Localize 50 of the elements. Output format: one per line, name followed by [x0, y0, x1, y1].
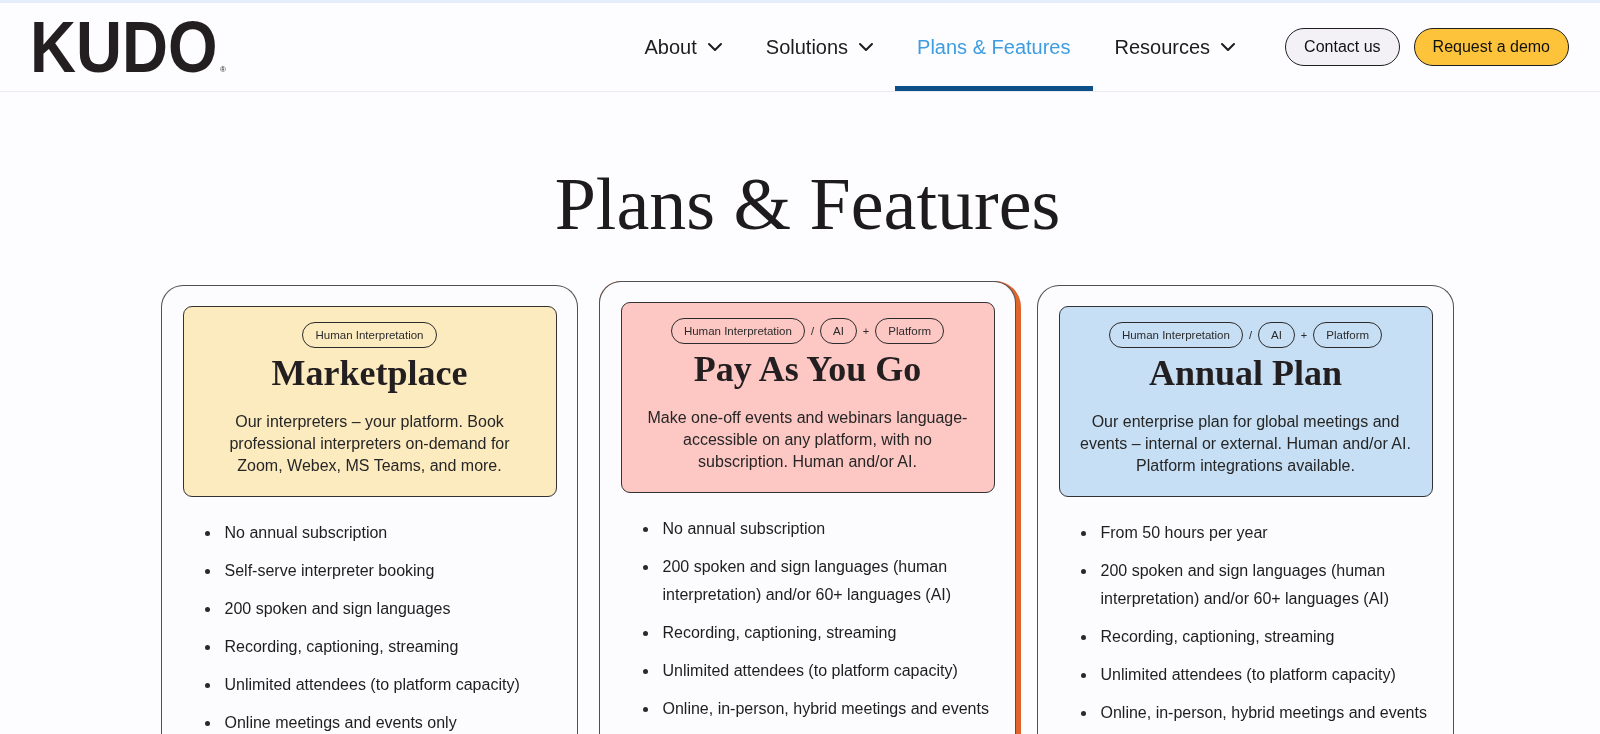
- bullet-icon: [1080, 634, 1086, 640]
- feature-text: Self-serve interpreter booking: [224, 561, 435, 582]
- nav-tab[interactable]: About: [622, 3, 744, 91]
- feature-text: No annual subscription: [662, 519, 826, 540]
- bullet-icon: [642, 564, 648, 570]
- plan-name: Annual Plan: [1147, 352, 1344, 396]
- bullet-icon: [204, 644, 210, 650]
- secondary-button[interactable]: Contact us: [1285, 28, 1400, 66]
- separator-symbol: +: [862, 325, 870, 338]
- feature-text: Recording, captioning, streaming: [662, 623, 897, 644]
- feature-text: No annual subscription: [224, 523, 388, 544]
- plan-description: Our interpreters – your platform. Book professional interpreters on-demand for Zoom, Webex, MS Teams, and more.: [228, 412, 511, 476]
- bullet-icon: [642, 630, 648, 636]
- bullet-icon: [204, 530, 210, 536]
- feature-text: Unlimited attendees (to platform capacity): [662, 661, 958, 682]
- feature-text: 200 spoken and sign languages (human interpretation) and/or 60+ languages (AI): [662, 557, 953, 606]
- bullet-icon: [204, 568, 210, 574]
- bullet-icon: [1080, 530, 1086, 536]
- bullet-icon: [642, 706, 648, 712]
- separator-symbol: /: [1248, 329, 1252, 342]
- feature-text: Unlimited attendees (to platform capacity): [1100, 665, 1396, 686]
- bullet-icon: [204, 606, 210, 612]
- feature-text: 200 spoken and sign languages: [224, 599, 451, 620]
- primary-button[interactable]: Request a demo: [1413, 28, 1569, 66]
- page-title: Plans & Features: [554, 162, 1061, 247]
- bullet-icon: [1080, 710, 1086, 716]
- bullet-icon: [204, 720, 210, 726]
- separator-symbol: /: [810, 325, 814, 338]
- logo[interactable]: KUDO: [30, 19, 218, 75]
- nav-tab[interactable]: Resources: [1092, 3, 1258, 91]
- bullet-icon: [642, 668, 648, 674]
- registered-mark: ®: [220, 66, 226, 74]
- feature-text: 200 spoken and sign languages (human interpretation) and/or 60+ languages (AI): [1100, 561, 1391, 610]
- plan-description: Our enterprise plan for global meetings and events – internal or external. Human and/or AI. Platform integrations available.: [1079, 412, 1412, 476]
- feature-text: Online, in-person, hybrid meetings and events: [1100, 703, 1427, 724]
- bullet-icon: [1080, 672, 1086, 678]
- separator-symbol: +: [1300, 329, 1308, 342]
- bullet-icon: [1080, 568, 1086, 574]
- feature-text: Recording, captioning, streaming: [1100, 627, 1335, 648]
- feature-text: Online, in-person, hybrid meetings and events: [662, 699, 989, 720]
- feature-text: Recording, captioning, streaming: [224, 637, 459, 658]
- bullet-icon: [642, 526, 648, 532]
- plan-name: Marketplace: [270, 352, 469, 396]
- feature-text: Online meetings and events only: [224, 713, 457, 734]
- bullet-icon: [204, 682, 210, 688]
- feature-text: From 50 hours per year: [1100, 523, 1268, 544]
- plan-description: Make one-off events and webinars language-accessible on any platform, with no subscription. Human and/or AI.: [646, 408, 969, 472]
- plan-name: Pay As You Go: [692, 348, 923, 392]
- nav-tab[interactable]: Solutions: [743, 3, 896, 91]
- feature-text: Unlimited attendees (to platform capacity): [224, 675, 520, 696]
